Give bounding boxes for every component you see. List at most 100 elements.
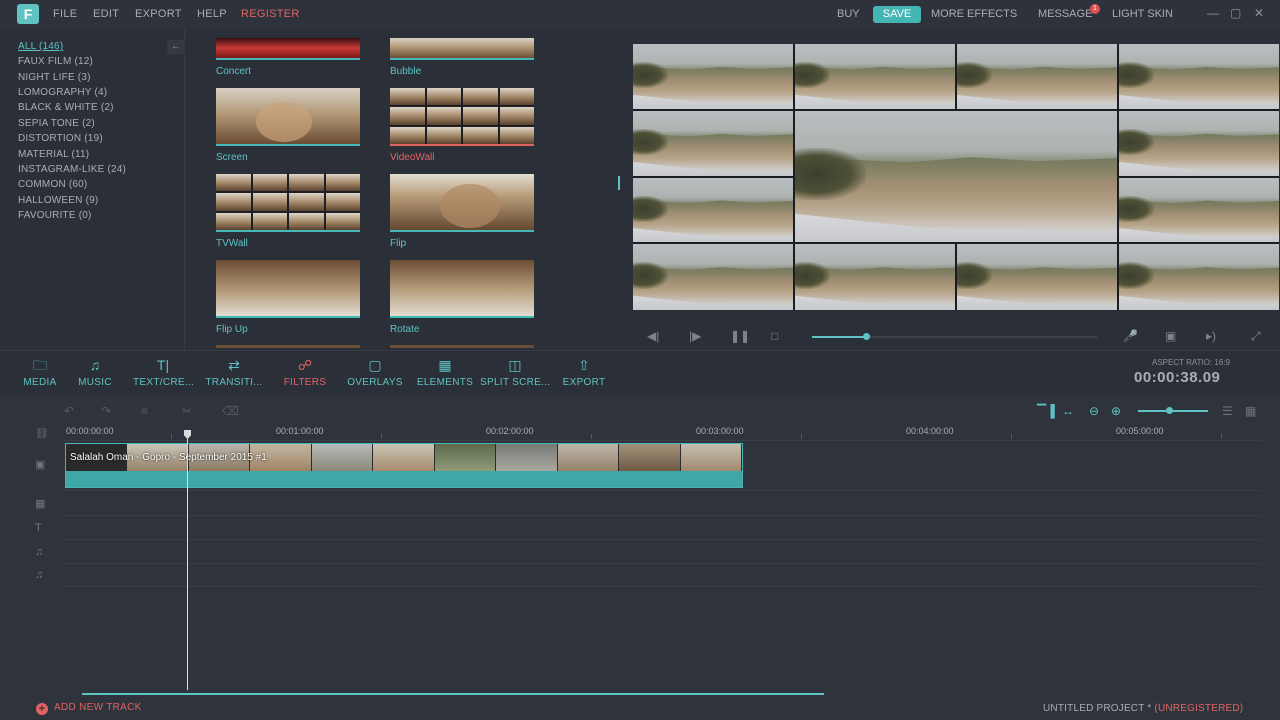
menu-export[interactable]: EXPORT [135, 8, 182, 20]
collapse-arrow-icon[interactable]: ← [167, 40, 185, 54]
app-logo[interactable]: F [17, 4, 39, 24]
skip-back-icon[interactable]: ◀​| [647, 329, 659, 343]
menu-edit[interactable]: EDIT [93, 8, 119, 20]
preview-center-tile [795, 111, 1117, 242]
adjust-icon[interactable]: ≡ [141, 404, 148, 418]
zoom-out-icon[interactable]: ⊖ [1089, 404, 1099, 418]
filter-videowall[interactable]: VideoWall [390, 88, 534, 163]
ruler-tick [381, 434, 382, 439]
toolbar-media[interactable]: 🗀 MEDIA [20, 356, 60, 388]
thumbnail-grid [216, 174, 360, 230]
preview-tile [1119, 111, 1279, 176]
toolbar-export[interactable]: ⇧ EXPORT [561, 356, 607, 388]
image-icon: ▦ [438, 357, 452, 373]
list-view-icon[interactable]: ☰ [1222, 404, 1233, 418]
ruler-tick [1011, 434, 1012, 439]
menu-register[interactable]: REGISTER [241, 8, 300, 20]
fit-timeline-icon[interactable]: ↔ [1062, 404, 1074, 418]
aspect-ratio-label: ASPECT RATIO: 16:9 [1152, 358, 1230, 367]
fullscreen-icon[interactable]: ⤢ [1251, 329, 1261, 344]
minimize-icon[interactable]: — [1207, 6, 1219, 20]
close-icon[interactable]: ✕ [1254, 6, 1264, 20]
image-track-icon: ▦ [35, 498, 46, 510]
category-material[interactable]: MATERIAL (11) [18, 149, 89, 160]
toolbar-label: SPLIT SCRE... [480, 377, 551, 388]
add-new-track-button[interactable]: + ADD NEW TRACK [36, 702, 142, 715]
music-track-icon: ♫ [35, 546, 44, 558]
link-icon[interactable]: ⛓ [35, 427, 49, 440]
toolbar-filters[interactable]: ☍ FILTERS [283, 356, 327, 388]
filter-scrollbar[interactable] [618, 176, 620, 190]
track-separator [62, 539, 1262, 540]
category-favourite[interactable]: FAVOURITE (0) [18, 210, 92, 221]
stop-icon[interactable]: □ [771, 329, 778, 343]
filter-flip[interactable]: Flip [390, 174, 534, 249]
split-screen-icon: ◫ [508, 357, 522, 373]
snapshot-camera-icon[interactable]: ▣ [1165, 329, 1176, 343]
timeline-horizontal-scrollbar[interactable] [82, 693, 824, 695]
message-link[interactable]: MESSAGE [1038, 8, 1092, 20]
filter-label: TVWall [216, 238, 248, 249]
redo-icon[interactable]: ↷ [101, 404, 111, 418]
category-sepia-tone[interactable]: SEPIA TONE (2) [18, 118, 95, 129]
toolbar-label: ELEMENTS [416, 377, 474, 388]
filter-tvwall[interactable]: TVWall [216, 174, 360, 249]
light-skin-link[interactable]: LIGHT SKIN [1112, 8, 1173, 20]
skip-forward-icon[interactable]: |▶ [689, 329, 701, 343]
category-halloween[interactable]: HALLOWEEN (9) [18, 195, 98, 206]
toolbar-split-screen[interactable]: ◫ SPLIT SCRE... [480, 356, 550, 388]
toolbar-transitions[interactable]: ⇄ TRANSITI... [204, 356, 264, 388]
playback-progress-knob[interactable] [863, 333, 870, 340]
toolbar-overlays[interactable]: ▢ OVERLAYS [345, 356, 405, 388]
audio-mixer-icon[interactable]: ▔▐ [1037, 404, 1055, 418]
toolbar-music[interactable]: ♫ MUSIC [75, 356, 115, 388]
category-night-life[interactable]: NIGHT LIFE (3) [18, 72, 91, 83]
filter-rotate[interactable]: Rotate [390, 260, 534, 335]
preview-tile [957, 244, 1117, 310]
buy-link[interactable]: BUY [837, 8, 860, 20]
toolbar-label: MUSIC [78, 377, 112, 388]
delete-icon[interactable]: ⌫ [222, 404, 239, 418]
filter-bubble[interactable]: Bubble [390, 38, 534, 77]
category-common[interactable]: COMMON (60) [18, 179, 87, 190]
clip-name: Salalah Oman - Gopro - September 2015 #1 [70, 452, 267, 463]
pause-icon[interactable]: ❚❚ [730, 329, 750, 343]
category-lomography[interactable]: LOMOGRAPHY (4) [18, 87, 107, 98]
category-black-white[interactable]: BLACK & WHITE (2) [18, 102, 114, 113]
toolbar-elements[interactable]: ▦ ELEMENTS [415, 356, 475, 388]
filter-screen[interactable]: Screen [216, 88, 360, 163]
unregistered-label: (UNREGISTERED) [1154, 703, 1244, 714]
menu-help[interactable]: HELP [197, 8, 227, 20]
ruler-label: 00:00:00:00 [66, 426, 114, 436]
filter-concert[interactable]: Concert [216, 38, 360, 77]
filter-next-row-thumbnail [216, 345, 360, 348]
menu-file[interactable]: FILE [53, 8, 77, 20]
export-icon: ⇧ [578, 357, 590, 373]
video-clip[interactable]: Salalah Oman - Gopro - September 2015 #1 [65, 443, 743, 488]
preview-tile [957, 44, 1117, 109]
save-button[interactable]: SAVE [873, 6, 921, 23]
timeline-zoom-slider[interactable] [1138, 410, 1208, 412]
maximize-icon[interactable]: ▢ [1230, 6, 1241, 20]
toolbar-text-credits[interactable]: T| TEXT/CRE... [133, 356, 194, 388]
playhead-line[interactable] [187, 432, 188, 690]
volume-icon[interactable]: ▸) [1206, 329, 1216, 343]
cut-icon[interactable]: ✂ [182, 404, 192, 418]
undo-icon[interactable]: ↶ [64, 404, 74, 418]
filter-thumbnail [216, 260, 360, 318]
toolbar-label: FILTERS [283, 377, 327, 388]
filter-label: Concert [216, 66, 252, 77]
preview-tile [795, 244, 955, 310]
more-effects-link[interactable]: MORE EFFECTS [931, 8, 1017, 20]
category-instagram-like[interactable]: INSTAGRAM-LIKE (24) [18, 164, 126, 175]
grid-view-icon[interactable]: ▦ [1245, 404, 1256, 418]
category-faux-film[interactable]: FAUX FILM (12) [18, 56, 93, 67]
microphone-icon[interactable]: 🎤 [1123, 329, 1138, 343]
timeline-zoom-knob[interactable] [1166, 407, 1173, 414]
category-distortion[interactable]: DISTORTION (19) [18, 133, 103, 144]
text-icon: T| [156, 357, 170, 373]
toolbar-label: MEDIA [23, 377, 57, 388]
zoom-in-icon[interactable]: ⊕ [1111, 404, 1121, 418]
category-all[interactable]: ALL (146) [18, 41, 63, 52]
filter-flip-up[interactable]: Flip Up [216, 260, 360, 335]
